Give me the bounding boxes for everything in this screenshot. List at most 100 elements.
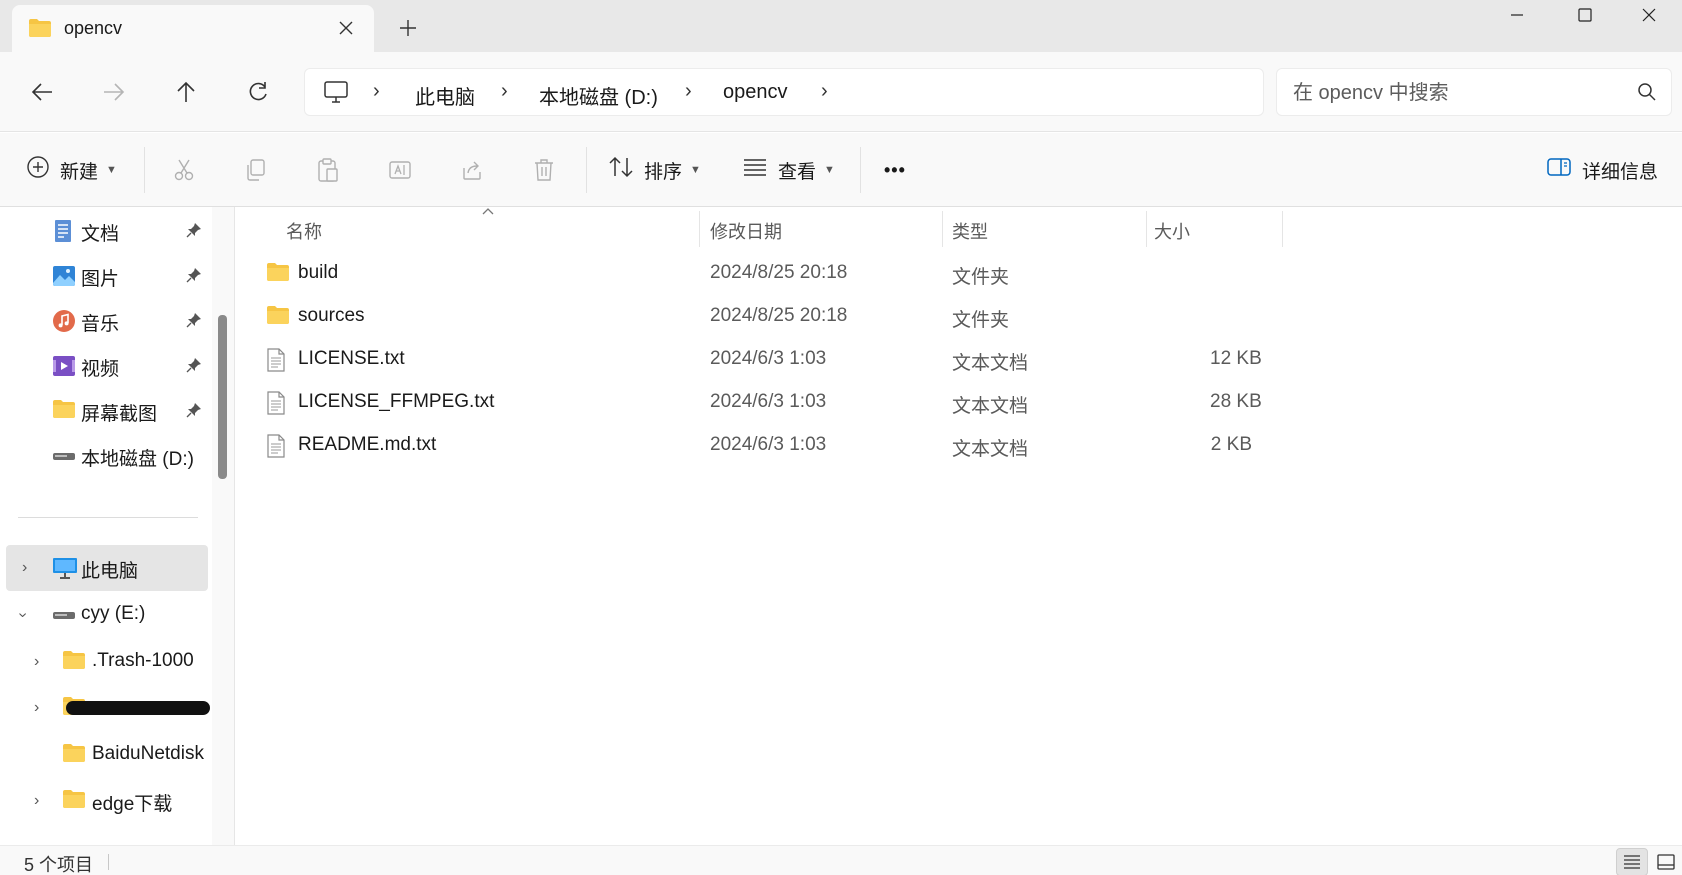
refresh-icon[interactable] — [238, 72, 278, 112]
details-pane-icon — [1546, 157, 1572, 183]
sidebar-item-baidunetdisk[interactable]: BaiduNetdisk — [0, 732, 210, 778]
new-tab-icon[interactable] — [392, 12, 424, 44]
file-date: 2024/6/3 1:03 — [710, 348, 827, 369]
sidebar-item-redacted[interactable]: › — [0, 685, 210, 731]
text-file-icon — [266, 391, 286, 421]
details-view-icon[interactable] — [1616, 848, 1648, 875]
column-header-date[interactable]: 修改日期 — [700, 207, 940, 247]
chevron-right-icon[interactable]: › — [22, 559, 27, 577]
column-header-type[interactable]: 类型 — [942, 207, 1146, 247]
copy-icon[interactable] — [236, 150, 276, 190]
pin-icon[interactable] — [186, 222, 202, 244]
search-icon[interactable] — [1637, 82, 1657, 107]
paste-icon[interactable] — [308, 150, 348, 190]
close-window-icon[interactable] — [1614, 0, 1682, 30]
column-header-name[interactable]: 名称 — [236, 207, 700, 247]
tiles-view-icon[interactable] — [1650, 848, 1682, 875]
chevron-right-icon[interactable]: › — [34, 653, 39, 671]
sort-label: 排序 — [644, 161, 683, 183]
sidebar-item-this-pc[interactable]: › 此电脑 — [6, 545, 208, 591]
tab-opencv[interactable]: opencv — [12, 5, 374, 52]
music-icon — [52, 309, 76, 333]
sidebar-item-music[interactable]: 音乐 — [0, 298, 210, 344]
new-button[interactable]: 新建 ▼ — [26, 150, 117, 190]
add-icon — [26, 155, 50, 185]
chevron-right-icon[interactable]: › — [34, 792, 39, 810]
file-name: LICENSE_FFMPEG.txt — [298, 391, 495, 412]
breadcrumb-local-disk-d[interactable]: 本地磁盘 (D:) — [539, 81, 658, 110]
forward-arrow-icon[interactable] — [94, 72, 134, 112]
pictures-icon — [52, 264, 76, 288]
file-name: sources — [298, 305, 365, 326]
folder-icon — [62, 650, 86, 674]
back-arrow-icon[interactable] — [22, 72, 62, 112]
folder-icon — [266, 262, 290, 288]
new-label: 新建 — [60, 161, 99, 183]
up-arrow-icon[interactable] — [166, 72, 206, 112]
text-file-icon — [266, 434, 286, 464]
sidebar-scrollbar[interactable] — [212, 207, 234, 845]
pin-icon[interactable] — [186, 357, 202, 379]
sidebar-item-screenshots[interactable]: 屏幕截图 — [0, 388, 210, 434]
sidebar-item-local-disk-d[interactable]: 本地磁盘 (D:) — [0, 433, 210, 479]
table-row[interactable]: build 2024/8/25 20:18 文件夹 — [250, 252, 1450, 295]
chevron-down-icon[interactable]: › — [14, 612, 32, 617]
share-icon[interactable] — [452, 150, 492, 190]
sort-button[interactable]: 排序 ▼ — [608, 150, 701, 190]
sidebar-item-label: cyy (E:) — [81, 603, 146, 624]
search-input[interactable] — [1293, 79, 1623, 107]
sidebar-item-trash-1000[interactable]: › .Trash-1000 — [0, 639, 210, 685]
documents-icon — [52, 219, 76, 243]
details-pane-button[interactable]: 详细信息 — [1546, 150, 1658, 190]
status-bar: 5 个项目 — [0, 845, 1682, 875]
chevron-right-icon[interactable]: › — [34, 699, 39, 717]
file-size: 12 KB — [1210, 348, 1262, 369]
pin-icon[interactable] — [186, 267, 202, 289]
folder-icon — [28, 18, 52, 43]
sidebar-item-documents[interactable]: 文档 — [0, 208, 210, 254]
file-date: 2024/8/25 20:18 — [710, 262, 848, 283]
column-divider[interactable] — [1282, 211, 1283, 247]
search-box[interactable] — [1276, 68, 1672, 116]
chevron-right-icon: › — [685, 80, 692, 102]
table-row[interactable]: LICENSE.txt 2024/6/3 1:03 文本文档 12 KB — [250, 338, 1450, 381]
pin-icon[interactable] — [186, 402, 202, 424]
rename-icon[interactable] — [380, 150, 420, 190]
sidebar-item-videos[interactable]: 视频 — [0, 343, 210, 389]
table-row[interactable]: LICENSE_FFMPEG.txt 2024/6/3 1:03 文本文档 28… — [250, 381, 1450, 424]
sort-icon — [608, 155, 634, 185]
delete-icon[interactable] — [524, 150, 564, 190]
table-row[interactable]: sources 2024/8/25 20:18 文件夹 — [250, 295, 1450, 338]
chevron-right-icon[interactable]: › — [821, 80, 828, 103]
table-row[interactable]: README.md.txt 2024/6/3 1:03 文本文档 2 KB — [250, 424, 1450, 467]
sidebar-item-edge-downloads[interactable]: › edge下载 — [0, 778, 210, 824]
separator — [144, 147, 145, 193]
maximize-icon[interactable] — [1550, 0, 1620, 30]
sidebar-item-cyy-e[interactable]: › cyy (E:) — [0, 592, 210, 638]
sidebar-item-pictures[interactable]: 图片 — [0, 253, 210, 299]
title-bar: opencv — [0, 0, 1682, 52]
address-bar[interactable]: › 此电脑 › 本地磁盘 (D:) › opencv › — [304, 68, 1264, 116]
file-type: 文件夹 — [952, 267, 1010, 288]
pane-divider[interactable] — [234, 207, 235, 845]
computer-icon — [323, 80, 349, 109]
column-header-size[interactable]: 大小 — [1146, 207, 1282, 247]
breadcrumb-this-pc[interactable]: 此电脑 — [415, 81, 475, 110]
minimize-icon[interactable] — [1482, 0, 1552, 30]
breadcrumb-opencv[interactable]: opencv — [723, 81, 788, 104]
more-icon: ••• — [884, 159, 906, 180]
more-options-button[interactable]: ••• — [884, 150, 906, 190]
pin-icon[interactable] — [186, 312, 202, 334]
view-button[interactable]: 查看 ▼ — [742, 150, 835, 190]
file-date: 2024/8/25 20:18 — [710, 305, 848, 326]
details-label: 详细信息 — [1582, 161, 1659, 183]
file-list: 名称 修改日期 类型 大小 build 2024/8/25 20:18 文件夹 … — [236, 207, 1682, 845]
scrollbar-thumb[interactable] — [218, 315, 227, 479]
tab-title: opencv — [64, 18, 123, 38]
file-type: 文本文档 — [952, 439, 1029, 460]
column-header-label: 名称 — [286, 222, 322, 242]
file-type: 文本文档 — [952, 353, 1029, 374]
close-tab-icon[interactable] — [332, 14, 360, 42]
sidebar-item-label: 视频 — [81, 359, 120, 380]
cut-icon[interactable] — [164, 150, 204, 190]
